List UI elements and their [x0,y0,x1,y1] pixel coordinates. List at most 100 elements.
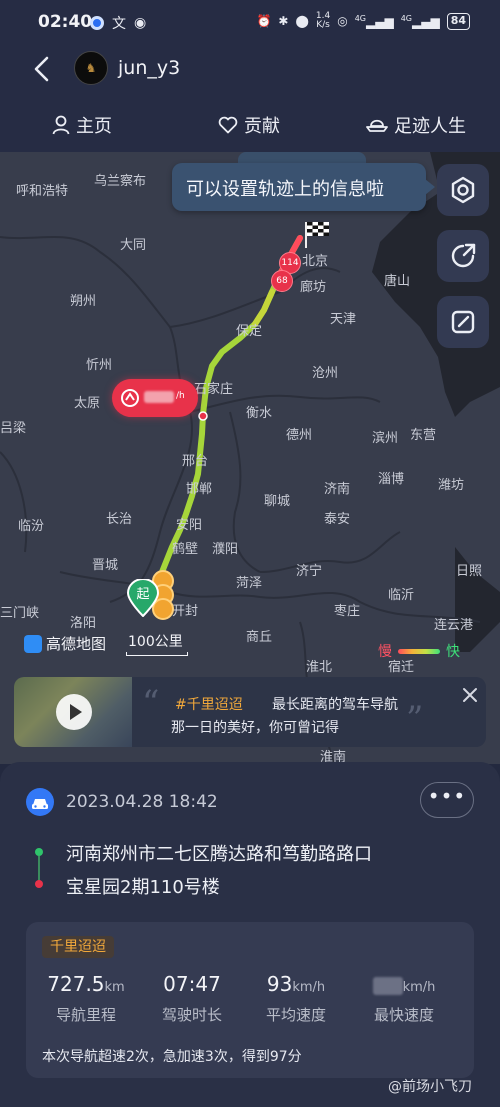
play-icon[interactable] [56,694,92,730]
person-icon [52,115,70,135]
map-scale: 100公里 [128,634,183,650]
route-map[interactable]: 呼和浩特 乌兰察布 大同 朔州 忻州 太原 吕梁 三门峡 石家庄 保定 北京 廊… [0,152,500,764]
edit-button[interactable] [437,296,489,348]
bluetooth-icon: ✱ [278,14,289,28]
city-label: 滨州 [372,431,399,446]
stat-avg-speed: 93km/h 平均速度 [265,972,326,1024]
speed-legend: 慢 快 [378,644,460,660]
edit-icon [451,310,475,334]
city-label: 连云港 [434,618,474,633]
app-notification-icon [90,16,104,30]
city-label: 呼和浩特 [16,184,69,199]
destination-dot [35,880,43,888]
city-label: 晋城 [92,558,119,573]
more-button[interactable]: ••• [420,782,474,818]
map-background [0,152,500,764]
overspeed-badge[interactable]: 68 [271,270,293,292]
city-label: 日照 [456,564,483,579]
location-icon: ⬤ [295,14,309,28]
city-label: 濮阳 [212,542,239,557]
status-bar: 02:40 文 ◉ ⏰ ✱ ⬤ 1.4 K/s ◎ 4G▂▄▆ 4G▂▄▆ 84 [0,0,500,44]
city-label: 泰安 [324,512,351,527]
banner-tag[interactable]: #千里迢迢 [175,694,243,714]
city-label: 潍坊 [438,478,465,493]
city-label: 德州 [286,428,313,443]
tab-footprint-life[interactable]: 足迹人生 [366,112,466,138]
city-label: 石家庄 [194,382,234,397]
alarm-icon: ⏰ [256,14,272,28]
city-label: 济宁 [296,564,323,579]
city-label: 淮北 [306,660,333,675]
city-label: 唐山 [384,274,411,289]
city-label: 大同 [120,238,147,253]
profile-tabs: 主页 贡献 足迹人生 [0,96,500,152]
city-label: 临汾 [18,519,45,534]
redacted-value [372,976,403,995]
city-label: 东营 [410,428,437,443]
max-speed-marker[interactable]: /h [112,379,198,417]
city-label: 枣庄 [334,604,361,619]
speed-gradient [398,648,440,654]
city-label: 淄博 [378,472,405,487]
stat-duration: 07:47 驾驶时长 [161,972,222,1024]
route-connector [38,856,40,882]
tab-contribution[interactable]: 贡献 [218,112,280,138]
origin-address: 河南郑州市二七区腾达路和笃勤路路口 [66,844,372,865]
track-settings-button[interactable] [437,164,489,216]
eye-icon: ◉ [134,15,147,31]
city-label: 开封 [172,604,199,619]
city-label: 临沂 [388,588,415,603]
city-label: 廊坊 [300,280,327,295]
tab-home[interactable]: 主页 [52,112,112,138]
stat-distance: 727.5km 导航里程 [47,972,125,1024]
city-label: 衡水 [246,406,273,421]
share-icon [451,243,476,268]
city-label: 邯郸 [186,482,213,497]
watermark: @前场小飞刀 [388,1079,472,1095]
city-label: 朔州 [70,294,97,309]
close-icon[interactable] [460,685,480,705]
city-label: 天津 [330,312,357,327]
amap-logo-icon [24,634,42,653]
settings-tooltip[interactable]: 可以设置轨迹上的信息啦 [172,163,435,211]
city-label: 乌兰察布 [94,174,147,189]
city-label: 洛阳 [70,616,97,631]
start-pin-icon[interactable]: 起 [126,579,160,617]
destination-address: 宝星园2期110号楼 [66,877,220,898]
trip-detail-panel: 2023.04.28 18:42 ••• 河南郑州市二七区腾达路和笃勤路路口 宝… [0,762,500,1107]
hotspot-icon: ◎ [337,14,348,28]
city-label: 鹤壁 [172,542,199,557]
stat-max-speed: km/h 最快速度 [354,972,454,1025]
signal-2-icon: 4G▂▄▆ [400,13,440,29]
city-label: 长治 [106,512,133,527]
map-scale-bar [126,652,188,656]
avatar[interactable]: ♞ [74,51,108,85]
video-thumbnail[interactable] [14,677,132,747]
heart-icon [218,116,238,134]
quote-close-icon: ” [406,699,424,739]
city-label: 沧州 [312,366,339,381]
city-label: 保定 [236,324,263,339]
trip-summary: 本次导航超速2次，急加速3次，得到97分 [42,1049,302,1065]
svg-text:起: 起 [136,587,149,602]
battery-indicator: 84 [446,12,470,30]
city-label: 聊城 [264,494,291,509]
city-label: 安阳 [176,518,203,533]
share-button[interactable] [437,230,489,282]
username[interactable]: jun_y3 [118,57,180,79]
amap-logo: 高德地图 [24,633,106,654]
city-label: 菏泽 [236,576,263,591]
profile-header: ♞ jun_y3 [0,44,500,96]
city-label: 三门峡 [0,606,40,621]
trip-stats-card: 千里迢迢 727.5km 导航里程 07:47 驾驶时长 93km/h 平均速度… [26,922,474,1078]
city-label: 忻州 [86,358,113,373]
gear-icon [451,176,475,204]
memory-banner[interactable]: “ #千里迢迢 最长距离的驾车导航 那一日的美好，你可曾记得 ” [14,677,486,747]
achievement-tag: 千里迢迢 [42,936,114,958]
origin-dot [35,848,43,856]
trip-datetime: 2023.04.28 18:42 [66,792,218,812]
city-label: 商丘 [246,630,273,645]
city-label: 北京 [302,254,329,269]
signal-1-icon: 4G▂▄▆ [354,13,394,29]
back-icon[interactable] [30,54,54,84]
